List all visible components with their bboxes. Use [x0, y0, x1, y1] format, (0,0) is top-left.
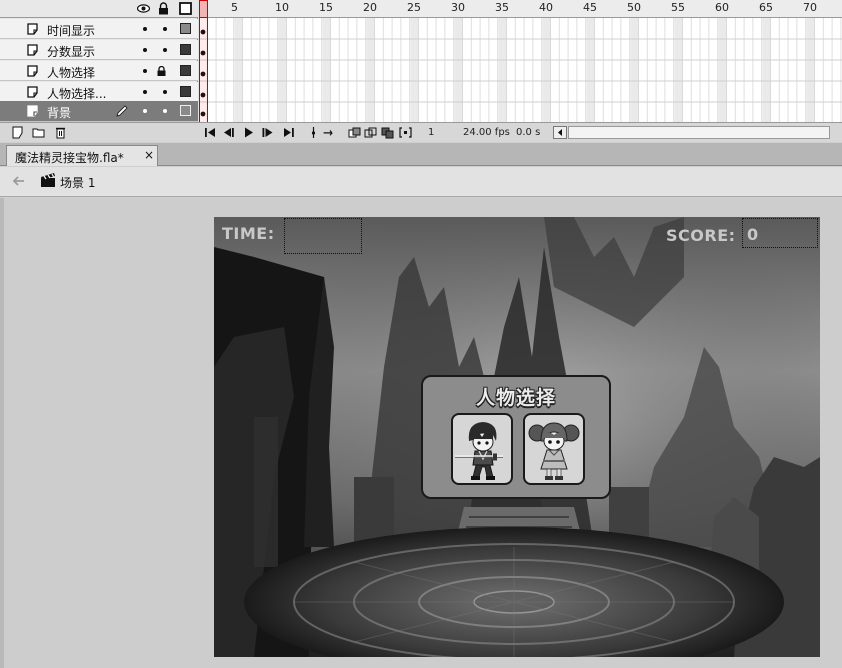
trash-icon[interactable]: [54, 126, 67, 139]
layer-row-time-display[interactable]: 时间显示: [0, 19, 198, 39]
ruler-number: 65: [759, 1, 773, 14]
go-to-first-frame-icon[interactable]: [204, 126, 217, 139]
playhead[interactable]: [199, 0, 208, 122]
scene-breadcrumb[interactable]: 场景 1: [60, 174, 95, 191]
time-label: TIME:: [222, 224, 275, 243]
layer-icon: [27, 65, 38, 77]
ruler-number: 20: [363, 1, 377, 14]
layer-icon: [27, 105, 38, 117]
timeline-toolbar: 1 24.00 fps 0.0 s: [0, 122, 842, 142]
lock-dot[interactable]: [163, 90, 167, 94]
layer-color-swatch[interactable]: [180, 65, 191, 76]
visibility-dot[interactable]: [143, 109, 147, 113]
score-value: 0: [747, 225, 759, 244]
layer-icon: [27, 23, 38, 35]
edit-bar: 场景 1: [0, 167, 842, 197]
frame-rate-readout[interactable]: 24.00 fps: [463, 127, 510, 138]
visibility-dot[interactable]: [143, 48, 147, 52]
pencil-icon: [116, 105, 128, 117]
edit-multiple-frames-icon[interactable]: [381, 126, 394, 139]
ruler-number: 70: [803, 1, 817, 14]
step-back-icon[interactable]: [222, 126, 235, 139]
ruler-number: 60: [715, 1, 729, 14]
outline-icon[interactable]: [179, 2, 192, 15]
back-arrow-icon[interactable]: [10, 174, 26, 188]
playhead-handle[interactable]: [199, 0, 208, 18]
eye-icon[interactable]: [137, 2, 150, 15]
ruler-number: 25: [407, 1, 421, 14]
frame-ruler[interactable]: 1 5 10 15 20 25 30 35 40 45 50 55 60 65 …: [199, 0, 842, 18]
layer-row-character-select[interactable]: 人物选择: [0, 61, 198, 81]
ruler-number: 15: [319, 1, 333, 14]
layer-color-swatch[interactable]: [180, 44, 191, 55]
ruler-number: 30: [451, 1, 465, 14]
new-layer-icon[interactable]: [12, 126, 25, 139]
layer-color-swatch[interactable]: [180, 86, 191, 97]
timeline-panel: 时间显示 分数显示 人物选择 人物选择... 背景 5 10 15 20 25 …: [0, 0, 842, 142]
score-display-textbox: 0: [742, 218, 818, 248]
layer-name: 分数显示: [47, 45, 96, 59]
ruler-number: 55: [671, 1, 685, 14]
time-display-textbox: [284, 218, 362, 254]
character-select-title: 人物选择: [475, 387, 556, 409]
ruler-number: 50: [627, 1, 641, 14]
layer-row-score-display[interactable]: 分数显示: [0, 40, 198, 60]
visibility-dot[interactable]: [143, 90, 147, 94]
layer-icon: [27, 86, 38, 98]
character-select-panel: 人物选择: [421, 375, 611, 499]
lock-dot[interactable]: [163, 27, 167, 31]
onion-skin-icon[interactable]: [348, 126, 361, 139]
ruler-number: 5: [231, 1, 238, 14]
layer-row-character-select-2[interactable]: 人物选择...: [0, 82, 198, 102]
character-2-button[interactable]: [523, 413, 585, 485]
girl-character-icon: [528, 422, 580, 480]
go-to-last-frame-icon[interactable]: [282, 126, 295, 139]
visibility-dot[interactable]: [143, 69, 147, 73]
loop-icon[interactable]: [322, 126, 335, 139]
layer-name: 背景: [47, 106, 72, 120]
layer-name: 人物选择...: [47, 87, 107, 101]
layer-color-swatch[interactable]: [180, 23, 191, 34]
close-icon[interactable]: ×: [144, 148, 154, 162]
swordsman-character-icon: [455, 422, 503, 480]
lock-dot[interactable]: [163, 109, 167, 113]
new-folder-icon[interactable]: [32, 126, 45, 139]
document-tab-label: 魔法精灵接宝物.fla*: [15, 151, 124, 165]
play-icon[interactable]: [242, 126, 255, 139]
layer-name: 时间显示: [47, 24, 96, 38]
document-tab-bar: 魔法精灵接宝物.fla* ×: [0, 143, 842, 166]
lock-icon[interactable]: [157, 2, 170, 15]
document-tab[interactable]: 魔法精灵接宝物.fla* ×: [6, 145, 158, 166]
onion-skin-outlines-icon[interactable]: [364, 126, 377, 139]
layer-icon: [27, 44, 38, 56]
timeline-scrollbar[interactable]: [568, 126, 830, 139]
lock-dot[interactable]: [163, 48, 167, 52]
ruler-number: 10: [275, 1, 289, 14]
layer-color-swatch[interactable]: [180, 105, 191, 116]
modify-onion-markers-icon[interactable]: [399, 126, 412, 139]
visibility-dot[interactable]: [143, 27, 147, 31]
center-frame-icon[interactable]: [307, 126, 320, 139]
layer-row-background[interactable]: 背景: [0, 101, 198, 122]
chevron-left-icon: [558, 129, 562, 136]
current-frame-readout: 1: [428, 127, 435, 138]
scroll-left-button[interactable]: [553, 126, 567, 139]
layer-list: 时间显示 分数显示 人物选择 人物选择... 背景: [0, 0, 198, 122]
ruler-number: 40: [539, 1, 553, 14]
ruler-number: 45: [583, 1, 597, 14]
clapperboard-icon: [41, 173, 55, 187]
step-forward-icon[interactable]: [261, 126, 274, 139]
score-label: SCORE:: [666, 226, 736, 245]
frame-grid[interactable]: [199, 18, 842, 122]
stage[interactable]: TIME: SCORE: 0 人物选择: [214, 217, 820, 657]
frame-area[interactable]: 1 5 10 15 20 25 30 35 40 45 50 55 60 65 …: [199, 0, 842, 122]
layer-name: 人物选择: [47, 66, 96, 80]
elapsed-time-readout: 0.0 s: [516, 127, 541, 138]
layer-header: [0, 0, 198, 18]
character-1-button[interactable]: [451, 413, 513, 485]
layer-lock-icon[interactable]: [157, 66, 166, 76]
ruler-number: 35: [495, 1, 509, 14]
